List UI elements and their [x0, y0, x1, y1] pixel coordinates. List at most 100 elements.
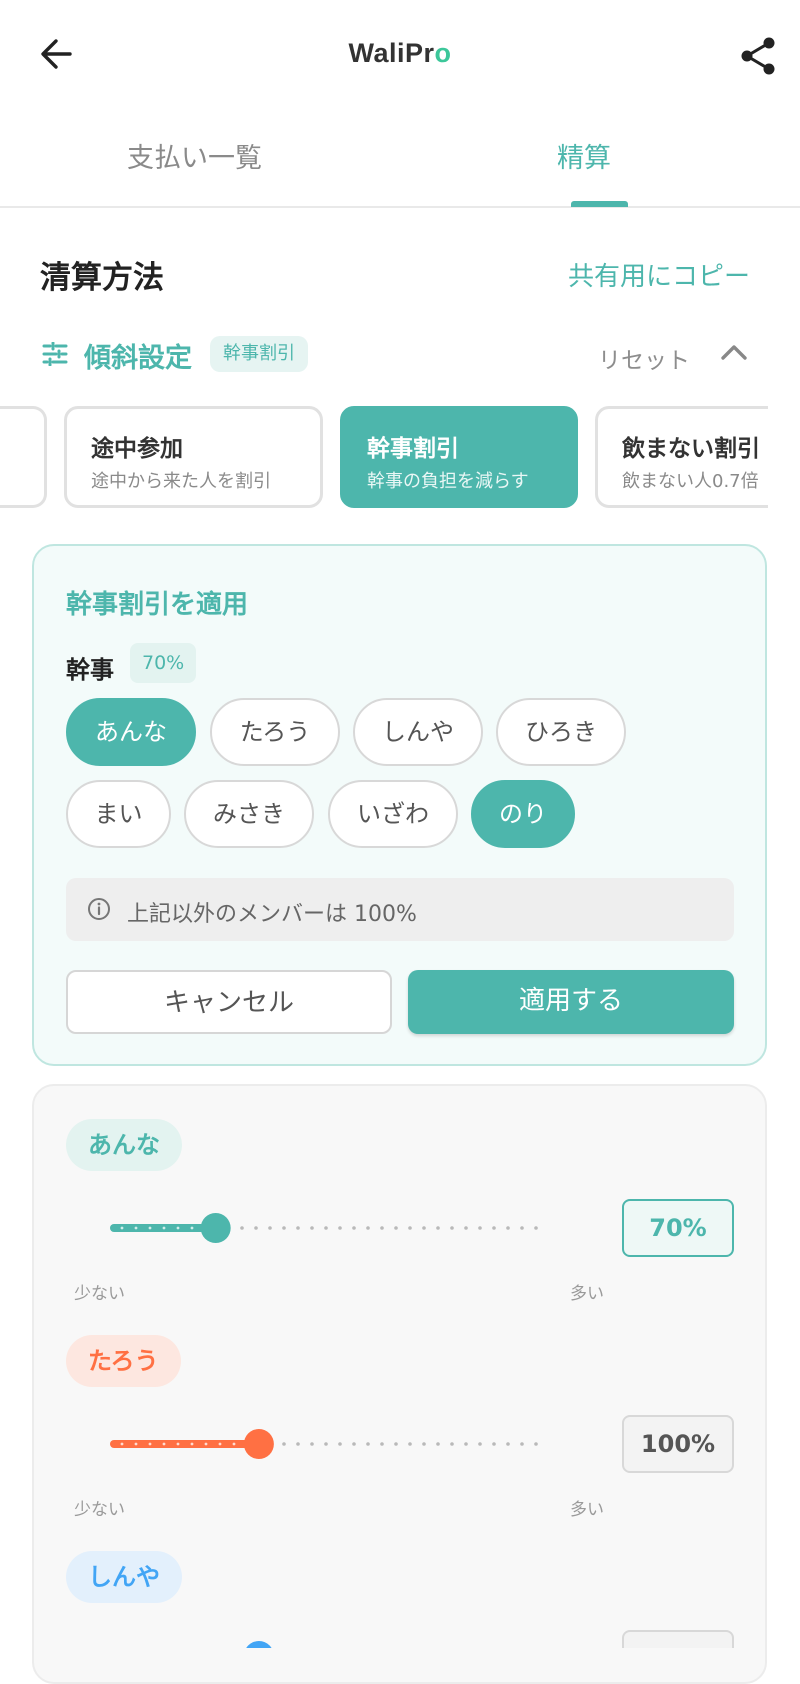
slider-fill-dot	[176, 1442, 180, 1446]
percent-box[interactable]: 70%	[622, 1199, 734, 1257]
slider-track-dot	[492, 1226, 496, 1230]
slider-track-dot	[506, 1226, 510, 1230]
slider-track-dot	[450, 1226, 454, 1230]
member-chip[interactable]: たろう	[210, 698, 340, 766]
info-text: 上記以外のメンバーは 100%	[127, 902, 417, 927]
active-preset-badge: 幹事割引	[210, 336, 308, 372]
slider-track-dot	[422, 1442, 426, 1446]
percent-box[interactable]	[622, 1630, 734, 1648]
preset-card-partial[interactable]	[0, 406, 47, 508]
apply-button[interactable]: 適用する	[408, 970, 734, 1034]
slider-thumb[interactable]	[243, 1429, 274, 1459]
slider-track-dot	[268, 1226, 272, 1230]
slider-track-dot	[408, 1442, 412, 1446]
slider-fill-dot	[176, 1226, 180, 1230]
role-label: 幹事	[66, 656, 114, 684]
slider-fill-dot	[204, 1442, 208, 1446]
slider-track-dot	[310, 1226, 314, 1230]
slider-fill-dot	[162, 1226, 166, 1230]
slider-track-dot	[464, 1226, 468, 1230]
slider-track-dot	[282, 1442, 286, 1446]
tab-divider	[0, 206, 800, 208]
preset-title: 幹事割引	[367, 436, 459, 462]
info-icon	[88, 898, 110, 920]
weight-slider[interactable]	[110, 1426, 580, 1462]
slider-track-dot	[436, 1226, 440, 1230]
slider-track-dot	[380, 1226, 384, 1230]
slider-track-dot	[296, 1226, 300, 1230]
member-chip[interactable]: まい	[66, 780, 171, 848]
member-chip[interactable]: みさき	[184, 780, 314, 848]
member-chip[interactable]: のり	[471, 780, 575, 848]
slider-track-dot	[506, 1442, 510, 1446]
slider-min-label: 少ない	[74, 1500, 125, 1520]
slider-fill-dot	[190, 1442, 194, 1446]
app-logo: WaliPro	[348, 38, 452, 68]
reset-button[interactable]: リセット	[598, 341, 690, 375]
slider-track-dot	[534, 1442, 538, 1446]
weight-slider[interactable]	[110, 1210, 580, 1246]
slider-track-dot	[478, 1226, 482, 1230]
member-name-chip: あんな	[66, 1119, 182, 1171]
slider-max-label: 多い	[570, 1500, 604, 1520]
slider-track-dot	[450, 1442, 454, 1446]
member-chip[interactable]: あんな	[66, 698, 196, 766]
preset-subtitle: 飲まない人0.7倍	[622, 471, 759, 492]
slider-fill-dot	[148, 1442, 152, 1446]
preset-card-selected[interactable]: 幹事割引 幹事の負担を減らす	[340, 406, 578, 508]
slider-fill-dot	[218, 1442, 222, 1446]
preset-title: 飲まない割引	[622, 436, 760, 462]
slider-fill-dot	[162, 1442, 166, 1446]
slider-track-dot	[436, 1442, 440, 1446]
slider-thumb[interactable]	[200, 1213, 231, 1243]
member-name-chip: たろう	[66, 1335, 181, 1387]
tab-settlement[interactable]: 精算	[557, 136, 611, 175]
slider-track-dot	[408, 1226, 412, 1230]
cancel-button[interactable]: キャンセル	[66, 970, 392, 1034]
preset-subtitle: 途中から来た人を割引	[91, 471, 271, 492]
member-name-chip: しんや	[66, 1551, 182, 1603]
preset-subtitle: 幹事の負担を減らす	[367, 471, 529, 492]
slider-fill-dot	[232, 1442, 236, 1446]
slider-track-dot	[478, 1442, 482, 1446]
apply-panel-title: 幹事割引を適用	[66, 590, 249, 620]
percent-box[interactable]: 100%	[622, 1415, 734, 1473]
preset-card[interactable]: 途中参加 途中から来た人を割引	[64, 406, 323, 508]
member-chip[interactable]: しんや	[353, 698, 483, 766]
preset-carousel[interactable]: 途中参加 途中から来た人を割引 幹事割引 幹事の負担を減らす 飲まない割引 飲ま…	[0, 400, 768, 516]
weight-slider[interactable]	[110, 1630, 580, 1648]
slider-track-dot	[324, 1226, 328, 1230]
slider-track-dot	[366, 1226, 370, 1230]
chevron-up-icon[interactable]	[720, 342, 748, 362]
slider-min-label: 少ない	[74, 1284, 125, 1304]
member-chip[interactable]: いざわ	[328, 780, 458, 848]
slider-track-dot	[324, 1442, 328, 1446]
slider-track-dot	[296, 1442, 300, 1446]
preset-title: 途中参加	[91, 436, 183, 462]
tilt-settings-title[interactable]: 傾斜設定	[84, 336, 192, 375]
slider-track-dot	[492, 1442, 496, 1446]
slider-track-dot	[254, 1226, 258, 1230]
slider-track-dot	[338, 1442, 342, 1446]
slider-track-dot	[366, 1442, 370, 1446]
slider-track-dot	[534, 1226, 538, 1230]
slider-track-dot	[338, 1226, 342, 1230]
preset-card[interactable]: 飲まない割引 飲まない人0.7倍	[595, 406, 768, 508]
tab-payments[interactable]: 支払い一覧	[127, 136, 262, 175]
slider-fill-dot	[134, 1442, 138, 1446]
slider-fill-dot	[190, 1226, 194, 1230]
copy-for-share-link[interactable]: 共有用にコピー	[568, 256, 750, 293]
slider-fill-dot	[120, 1442, 124, 1446]
slider-track-dot	[520, 1442, 524, 1446]
slider-thumb[interactable]	[244, 1641, 274, 1648]
slider-track-dot	[352, 1226, 356, 1230]
member-chip[interactable]: ひろき	[496, 698, 626, 766]
slider-track-dot	[464, 1442, 468, 1446]
slider-track-dot	[422, 1226, 426, 1230]
role-percent-badge: 70%	[130, 643, 197, 683]
slider-track-dot	[310, 1442, 314, 1446]
slider-fill-dot	[120, 1226, 124, 1230]
slider-track-dot	[394, 1226, 398, 1230]
slider-max-label: 多い	[570, 1284, 604, 1304]
share-icon[interactable]	[736, 34, 780, 78]
